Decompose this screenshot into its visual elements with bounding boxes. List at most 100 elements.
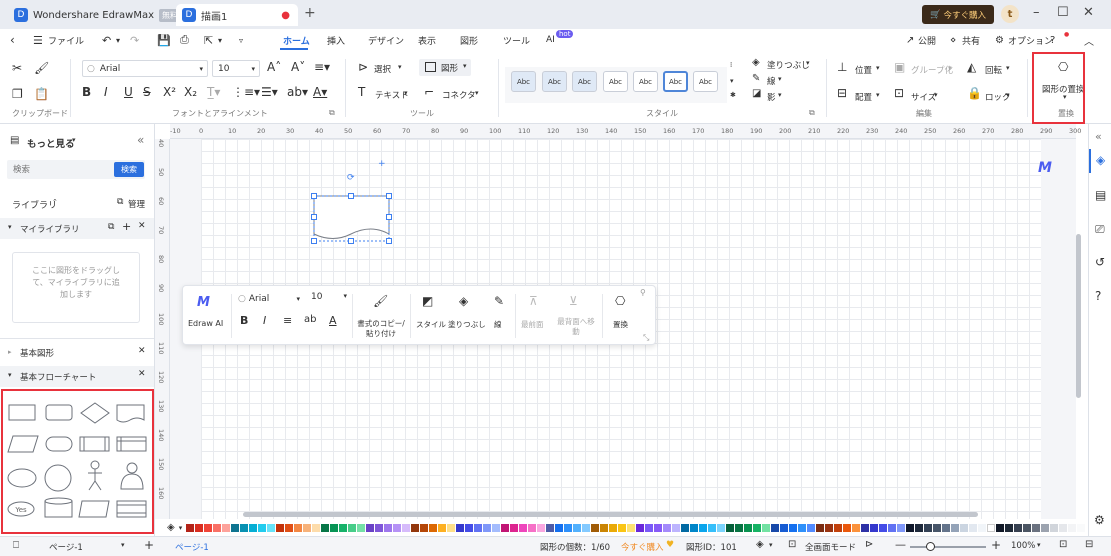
add-shape-plus-icon[interactable]: +: [378, 159, 386, 169]
color-swatch[interactable]: [276, 523, 285, 532]
position-dropdown-icon[interactable]: ▾: [876, 64, 880, 72]
color-swatch[interactable]: [501, 523, 510, 532]
ft-pin-icon[interactable]: ⚲: [640, 288, 646, 297]
palette-dropdown-icon[interactable]: ▾: [179, 524, 183, 532]
color-swatch[interactable]: [348, 523, 357, 532]
line-dropdown-icon[interactable]: ▾: [778, 75, 782, 83]
edraw-ai-button[interactable]: Edraw AI: [188, 319, 223, 328]
color-swatch[interactable]: [573, 523, 582, 532]
font-color-icon[interactable]: A▾: [313, 85, 327, 99]
maximize-icon[interactable]: ☐: [1057, 5, 1069, 20]
color-swatch[interactable]: [933, 523, 942, 532]
color-swatch[interactable]: [807, 523, 816, 532]
status-buy-now-link[interactable]: 今すぐ購入: [621, 541, 664, 553]
color-swatch[interactable]: [735, 523, 744, 532]
color-swatch[interactable]: [1077, 523, 1086, 532]
color-swatch[interactable]: [519, 523, 528, 532]
back-icon[interactable]: ‹: [10, 33, 15, 47]
basic-flowchart-header[interactable]: ▾ 基本フローチャート ✕: [0, 366, 154, 387]
tab-ai[interactable]: AI: [546, 35, 555, 45]
close-library-icon[interactable]: ✕: [138, 221, 146, 231]
color-swatch[interactable]: [1005, 523, 1014, 532]
color-swatch[interactable]: [186, 523, 195, 532]
strikethrough-icon[interactable]: S: [143, 85, 151, 99]
app-tab[interactable]: D Wondershare EdrawMax 無料: [8, 4, 187, 26]
rotate-dropdown-icon[interactable]: ▾: [1006, 64, 1010, 72]
fill-button[interactable]: 塗りつぶし: [767, 59, 810, 71]
color-swatch[interactable]: [591, 523, 600, 532]
color-swatch[interactable]: [708, 523, 717, 532]
style-scroll-down-icon[interactable]: ▾: [730, 77, 734, 85]
color-swatch[interactable]: [339, 523, 348, 532]
color-swatch[interactable]: [1041, 523, 1050, 532]
export-icon[interactable]: ⇱: [204, 34, 213, 47]
color-swatch[interactable]: [798, 523, 807, 532]
color-swatch[interactable]: [816, 523, 825, 532]
hamburger-icon[interactable]: ☰: [33, 34, 43, 47]
color-swatch[interactable]: [483, 523, 492, 532]
ft-size-select[interactable]: 10 ▾: [311, 292, 349, 306]
ft-highlight-icon[interactable]: ab: [304, 314, 316, 325]
page-select-dropdown-icon[interactable]: ▾: [121, 541, 125, 549]
color-swatch[interactable]: [699, 523, 708, 532]
page-select[interactable]: ページ-1: [49, 541, 83, 553]
bullet-list-icon[interactable]: ☰▾: [261, 85, 278, 99]
style-panel-tab[interactable]: ◈: [1089, 149, 1111, 173]
close-flowchart-icon[interactable]: ✕: [138, 369, 146, 379]
zoom-level[interactable]: 100%: [1011, 541, 1035, 551]
color-swatch[interactable]: [528, 523, 537, 532]
numbered-list-icon[interactable]: ⋮≡▾: [232, 85, 260, 99]
color-swatch[interactable]: [438, 523, 447, 532]
tab-insert[interactable]: 挿入: [327, 34, 345, 47]
superscript-icon[interactable]: X²: [163, 85, 176, 99]
color-swatch[interactable]: [600, 523, 609, 532]
color-swatch[interactable]: [330, 523, 339, 532]
color-swatch[interactable]: [1014, 523, 1023, 532]
more-dropdown-icon[interactable]: ▾: [72, 136, 76, 144]
settings-gear-icon[interactable]: ⚙: [1094, 513, 1105, 527]
color-swatch[interactable]: [321, 523, 330, 532]
layers-icon[interactable]: ◈: [756, 539, 764, 550]
rotate-handle-icon[interactable]: ⟳: [347, 173, 355, 183]
color-swatch[interactable]: [609, 523, 618, 532]
lock-dropdown-icon[interactable]: ▾: [1006, 91, 1010, 99]
color-swatch[interactable]: [942, 523, 951, 532]
color-swatch[interactable]: [951, 523, 960, 532]
color-swatch[interactable]: [879, 523, 888, 532]
color-swatch[interactable]: [249, 523, 258, 532]
minimize-icon[interactable]: –: [1033, 5, 1040, 20]
zoom-dropdown-icon[interactable]: ▾: [1037, 541, 1041, 549]
color-swatch[interactable]: [231, 523, 240, 532]
color-swatch[interactable]: [744, 523, 753, 532]
align-button[interactable]: 配置: [855, 91, 872, 103]
position-button[interactable]: 位置: [855, 64, 872, 76]
font-dialog-launcher-icon[interactable]: ⧉: [329, 108, 335, 118]
color-swatch[interactable]: [870, 523, 879, 532]
color-swatch[interactable]: [1059, 523, 1068, 532]
color-swatch[interactable]: [465, 523, 474, 532]
increase-font-icon[interactable]: A˄: [267, 60, 281, 74]
basic-shapes-header[interactable]: 基本図形: [20, 347, 54, 359]
color-swatch[interactable]: [393, 523, 402, 532]
color-swatch[interactable]: [258, 523, 267, 532]
style-more-icon[interactable]: ✱: [730, 91, 736, 99]
my-library-header[interactable]: ▾ マイライブラリ ⧉ + ✕: [0, 218, 154, 239]
size-dropdown-icon[interactable]: ▾: [934, 91, 938, 99]
color-swatch[interactable]: [915, 523, 924, 532]
align-icon[interactable]: ≡▾: [314, 60, 330, 74]
color-swatch[interactable]: [960, 523, 969, 532]
print-icon[interactable]: ⎙: [180, 33, 189, 47]
color-swatch[interactable]: [987, 523, 996, 532]
presentation-icon[interactable]: ⎚: [1095, 222, 1105, 237]
ft-format-copy-button[interactable]: 書式のコピー/貼り付け: [355, 319, 407, 339]
zoom-in-icon[interactable]: +: [991, 538, 1001, 552]
color-swatch[interactable]: [456, 523, 465, 532]
line-button[interactable]: 線: [767, 75, 776, 87]
color-swatch[interactable]: [1032, 523, 1041, 532]
color-swatch[interactable]: [690, 523, 699, 532]
ft-italic-icon[interactable]: I: [263, 314, 266, 327]
color-swatch[interactable]: [780, 523, 789, 532]
color-swatch[interactable]: [726, 523, 735, 532]
fit-page-icon[interactable]: ⊡: [788, 539, 796, 550]
group-button[interactable]: グループ化: [911, 64, 953, 76]
